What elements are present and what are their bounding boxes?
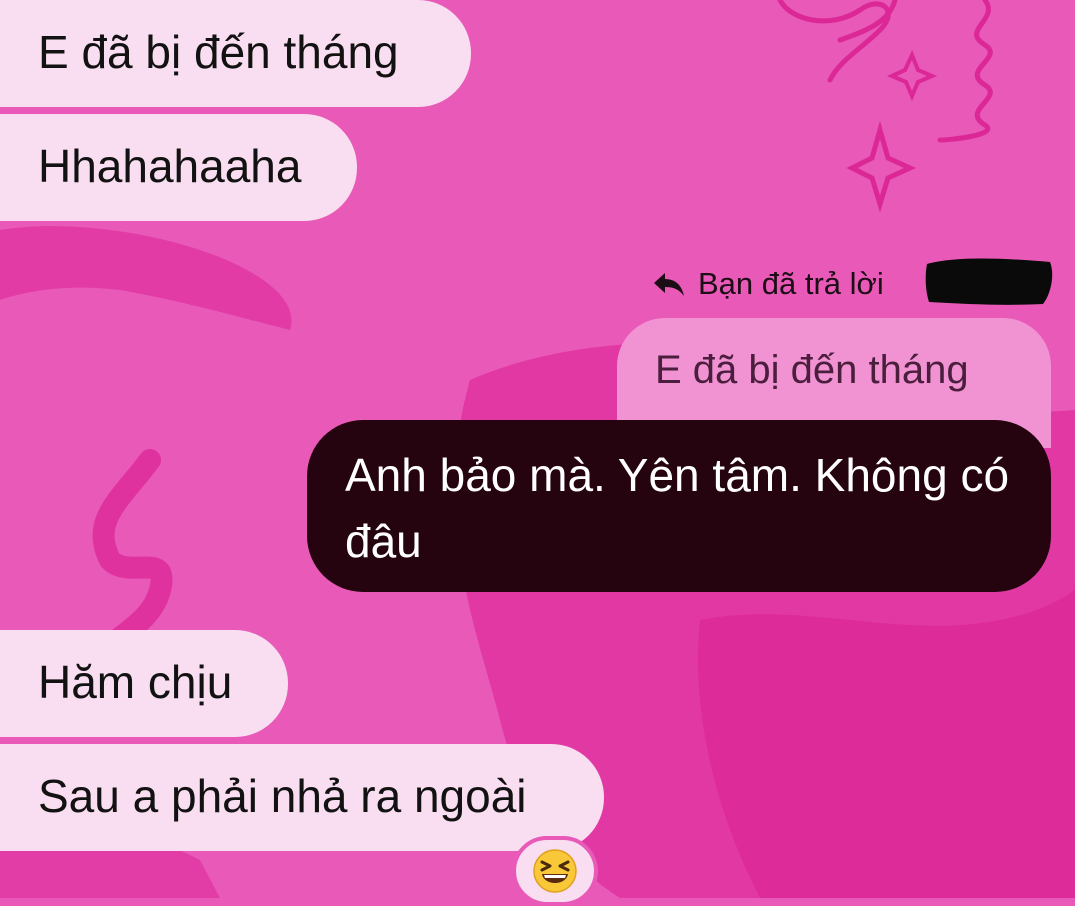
message-text: Anh bảo mà. Yên tâm. Không có đâu [345,449,1010,567]
incoming-message-bubble[interactable]: Sau a phải nhả ra ngoài [0,744,604,851]
incoming-message-bubble[interactable]: Hhahahaaha [0,114,357,221]
message-text: Sau a phải nhả ra ngoài [38,770,527,822]
reply-indicator: Bạn đã trả lời [652,262,884,306]
outgoing-message-bubble[interactable]: Anh bảo mà. Yên tâm. Không có đâu [307,420,1051,592]
message-text: Hăm chịu [38,656,233,708]
quoted-message-text: E đã bị đến tháng [655,348,969,392]
redaction-mark [925,258,1053,305]
incoming-message-bubble[interactable]: Hăm chịu [0,630,288,737]
message-text: E đã bị đến tháng [38,26,399,78]
grinning-squinting-face-icon [533,849,577,893]
incoming-message-bubble[interactable]: E đã bị đến tháng [0,0,471,107]
message-reaction[interactable] [512,836,598,906]
message-text: Hhahahaaha [38,140,302,192]
reply-arrow-icon [654,273,684,296]
reply-label-text: Bạn đã trả lời [698,266,884,301]
